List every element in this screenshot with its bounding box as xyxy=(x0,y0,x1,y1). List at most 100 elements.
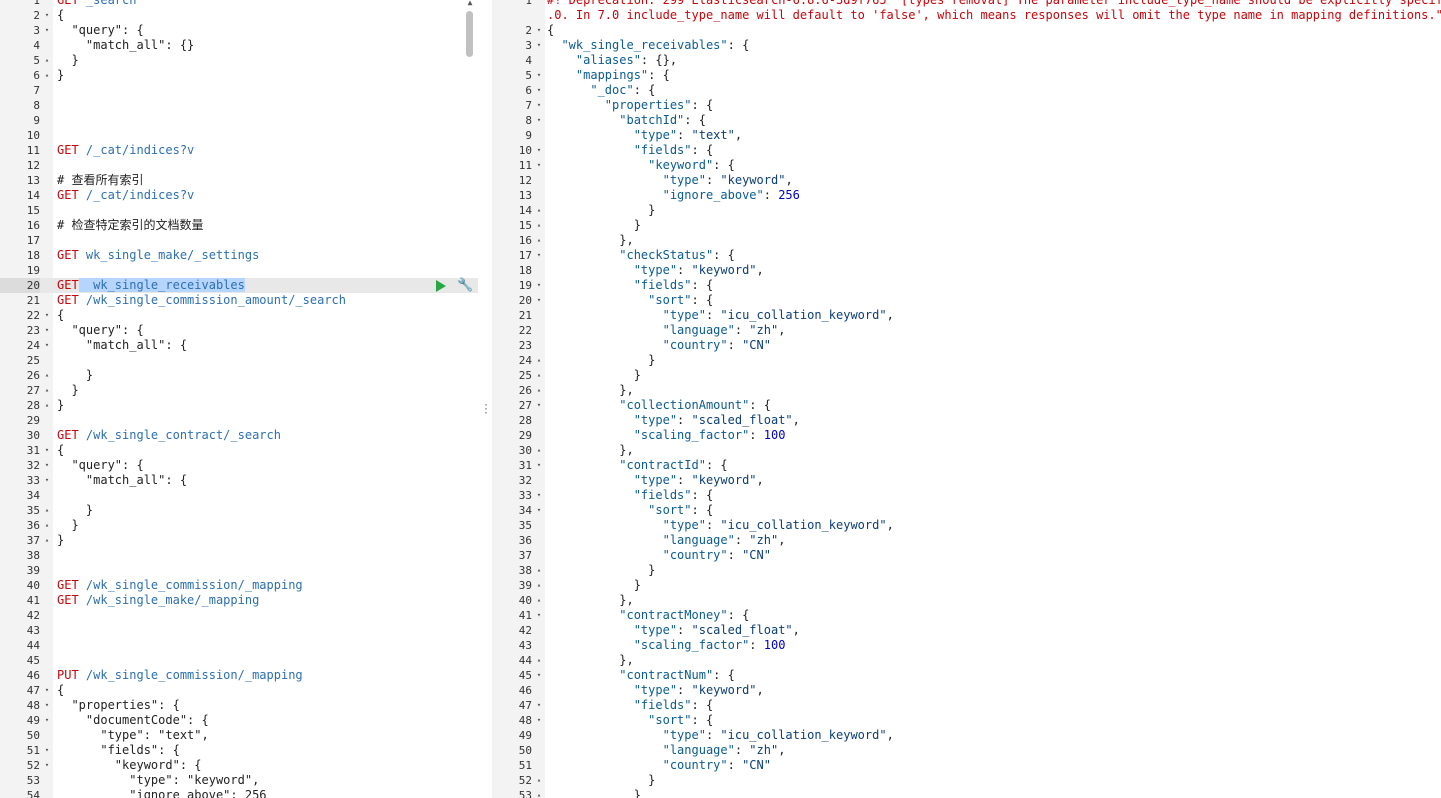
line-code[interactable]: GET wk_single_make/_settings xyxy=(57,248,478,263)
left-code-line[interactable]: 35 ▴ } xyxy=(0,503,478,518)
line-code[interactable]: "type": "text", xyxy=(57,728,478,743)
line-code[interactable]: "ignore_above": 256 xyxy=(57,788,478,798)
fold-collapse-icon[interactable]: ▾ xyxy=(534,458,544,473)
line-code[interactable]: } xyxy=(57,368,478,383)
fold-collapse-icon[interactable]: ▾ xyxy=(534,398,544,413)
fold-collapse-icon[interactable]: ▾ xyxy=(534,23,544,38)
line-code[interactable]: GET /wk_single_commission/_mapping xyxy=(57,578,478,593)
fold-collapse-icon[interactable]: ▾ xyxy=(534,698,544,713)
line-code[interactable]: GET /wk_single_commission_amount/_search xyxy=(57,293,478,308)
fold-collapse-icon[interactable]: ▾ xyxy=(42,713,52,728)
request-editor-scrollbar[interactable]: ▲ xyxy=(465,0,475,798)
left-code-line[interactable]: 48 ▾ "properties": { xyxy=(0,698,478,713)
request-editor-lines[interactable]: 1 GET _search 2 ▾{3 ▾ "query": {4 "match_all… xyxy=(0,0,478,798)
fold-expand-icon[interactable]: ▴ xyxy=(534,593,544,608)
fold-expand-icon[interactable]: ▴ xyxy=(42,503,52,518)
line-code[interactable]: { xyxy=(57,8,478,23)
left-code-line[interactable]: 17 xyxy=(0,233,478,248)
left-code-line[interactable]: 49 ▾ "documentCode": { xyxy=(0,713,478,728)
fold-collapse-icon[interactable]: ▾ xyxy=(42,23,52,38)
left-code-line[interactable]: 44 xyxy=(0,638,478,653)
fold-collapse-icon[interactable]: ▾ xyxy=(534,143,544,158)
left-code-line[interactable]: 32 ▾ "query": { xyxy=(0,458,478,473)
line-code[interactable]: { xyxy=(57,308,478,323)
fold-collapse-icon[interactable]: ▾ xyxy=(42,458,52,473)
line-code[interactable]: "match_all": { xyxy=(57,473,478,488)
line-code[interactable]: } xyxy=(57,383,478,398)
left-code-line[interactable]: 52 ▾ "keyword": { xyxy=(0,758,478,773)
fold-collapse-icon[interactable]: ▾ xyxy=(534,278,544,293)
left-code-line[interactable]: 4 "match_all": {} xyxy=(0,38,478,53)
wrench-icon[interactable]: 🔧 xyxy=(457,278,473,293)
left-code-line[interactable]: 26 ▴ } xyxy=(0,368,478,383)
left-code-line[interactable]: 24 ▾ "match_all": { xyxy=(0,338,478,353)
left-code-line[interactable]: 53 "type": "keyword", xyxy=(0,773,478,788)
fold-collapse-icon[interactable]: ▾ xyxy=(42,758,52,773)
left-code-line[interactable]: 25 xyxy=(0,353,478,368)
line-code[interactable]: } xyxy=(57,503,478,518)
fold-expand-icon[interactable]: ▴ xyxy=(534,368,544,383)
line-code[interactable]: { xyxy=(57,683,478,698)
fold-collapse-icon[interactable]: ▾ xyxy=(42,338,52,353)
response-viewer[interactable]: 1 #! Deprecation: 299 Elasticsearch-6.8.6… xyxy=(492,0,1441,798)
line-code[interactable]: GET /_cat/indices?v xyxy=(57,188,478,203)
left-code-line[interactable]: 41 GET /wk_single_make/_mapping xyxy=(0,593,478,608)
line-code[interactable]: } xyxy=(57,68,478,83)
fold-collapse-icon[interactable]: ▾ xyxy=(534,668,544,683)
line-code[interactable]: GET _search xyxy=(57,0,478,8)
left-code-line[interactable]: 42 xyxy=(0,608,478,623)
play-icon[interactable] xyxy=(436,280,446,292)
fold-expand-icon[interactable]: ▴ xyxy=(42,68,52,83)
left-code-line[interactable]: 20 GET wk_single_receivables xyxy=(0,278,478,293)
scrollbar-thumb[interactable] xyxy=(466,11,473,57)
line-code[interactable]: "query": { xyxy=(57,323,478,338)
left-code-line[interactable]: 23 ▾ "query": { xyxy=(0,323,478,338)
left-code-line[interactable]: 47 ▾ { xyxy=(0,683,478,698)
left-code-line[interactable]: 37 ▴} xyxy=(0,533,478,548)
line-code[interactable]: "match_all": { xyxy=(57,338,478,353)
line-code[interactable]: GET wk_single_receivables xyxy=(57,278,478,293)
line-code[interactable]: GET /_cat/indices?v xyxy=(57,143,478,158)
fold-expand-icon[interactable]: ▴ xyxy=(534,563,544,578)
fold-collapse-icon[interactable]: ▾ xyxy=(534,608,544,623)
left-code-line[interactable]: 46 PUT /wk_single_commission/_mapping xyxy=(0,668,478,683)
fold-collapse-icon[interactable]: ▾ xyxy=(534,488,544,503)
left-code-line[interactable]: 9 xyxy=(0,113,478,128)
line-code[interactable]: PUT /wk_single_commission/_mapping xyxy=(57,668,478,683)
fold-collapse-icon[interactable]: ▾ xyxy=(534,713,544,728)
fold-expand-icon[interactable]: ▴ xyxy=(534,383,544,398)
fold-collapse-icon[interactable]: ▾ xyxy=(534,83,544,98)
fold-collapse-icon[interactable]: ▾ xyxy=(534,98,544,113)
left-code-line[interactable]: 33 ▾ "match_all": { xyxy=(0,473,478,488)
left-code-line[interactable]: 11 GET /_cat/indices?v xyxy=(0,143,478,158)
line-code[interactable]: } xyxy=(57,53,478,68)
left-code-line[interactable]: 18 GET wk_single_make/_settings xyxy=(0,248,478,263)
fold-expand-icon[interactable]: ▴ xyxy=(534,203,544,218)
line-code[interactable]: } xyxy=(57,398,478,413)
fold-expand-icon[interactable]: ▴ xyxy=(534,788,544,798)
left-code-line[interactable]: 43 xyxy=(0,623,478,638)
request-editor[interactable]: 1 GET _search 2 ▾{3 ▾ "query": {4 "match_all… xyxy=(0,0,478,798)
fold-collapse-icon[interactable]: ▾ xyxy=(534,38,544,53)
left-code-line[interactable]: 50 "type": "text", xyxy=(0,728,478,743)
left-code-line[interactable]: 39 xyxy=(0,563,478,578)
left-code-line[interactable]: 51 ▾ "fields": { xyxy=(0,743,478,758)
line-code[interactable]: "keyword": { xyxy=(57,758,478,773)
fold-expand-icon[interactable]: ▴ xyxy=(42,383,52,398)
fold-expand-icon[interactable]: ▴ xyxy=(534,578,544,593)
left-code-line[interactable]: 1 GET _search xyxy=(0,0,478,8)
fold-expand-icon[interactable]: ▴ xyxy=(534,443,544,458)
fold-expand-icon[interactable]: ▴ xyxy=(534,773,544,788)
line-code[interactable]: { xyxy=(57,443,478,458)
fold-collapse-icon[interactable]: ▾ xyxy=(42,683,52,698)
left-code-line[interactable]: 31 ▾ { xyxy=(0,443,478,458)
left-code-line[interactable]: 45 xyxy=(0,653,478,668)
left-code-line[interactable]: 22 ▾ { xyxy=(0,308,478,323)
fold-expand-icon[interactable]: ▴ xyxy=(42,518,52,533)
pane-divider[interactable]: · · · xyxy=(478,0,492,798)
line-code[interactable]: } xyxy=(57,518,478,533)
fold-expand-icon[interactable]: ▴ xyxy=(42,53,52,68)
left-code-line[interactable]: 38 xyxy=(0,548,478,563)
line-code[interactable]: # 检查特定索引的文档数量 xyxy=(57,218,478,233)
fold-collapse-icon[interactable]: ▾ xyxy=(534,158,544,173)
